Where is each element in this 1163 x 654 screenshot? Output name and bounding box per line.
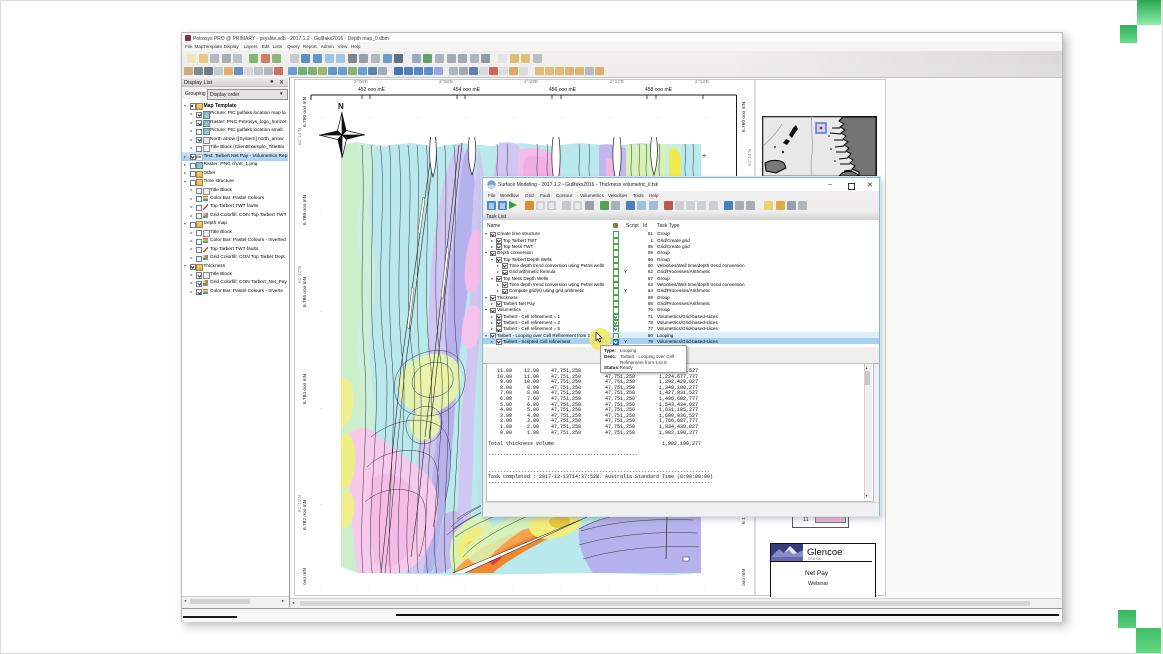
svg-text:N: N [338,102,344,111]
